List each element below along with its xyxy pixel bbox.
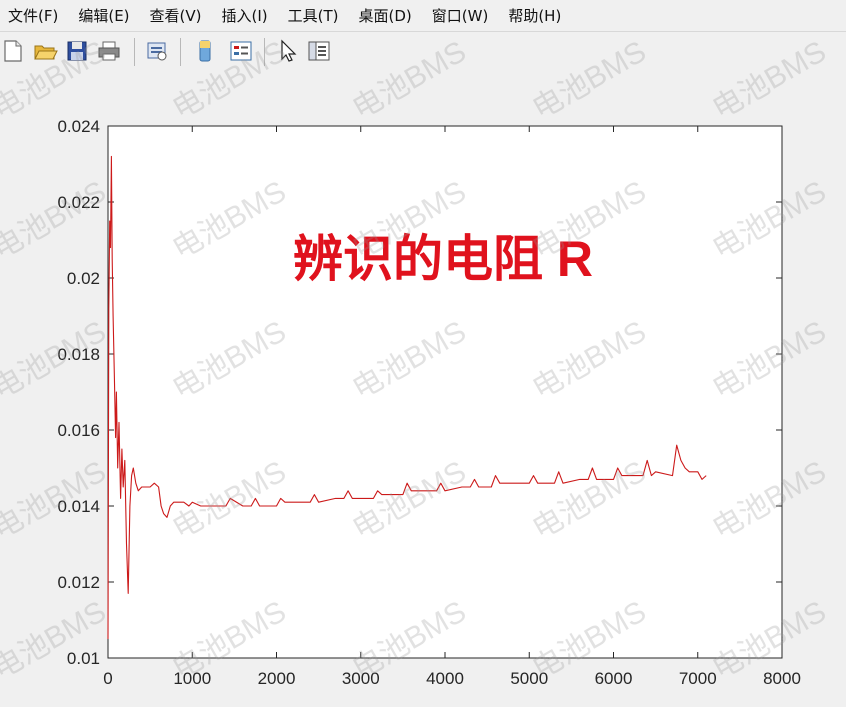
y-tick-label: 0.012 <box>57 573 100 592</box>
menu-tools[interactable]: 工具(T) <box>280 5 339 26</box>
y-tick-label: 0.02 <box>67 269 100 288</box>
save-icon[interactable] <box>64 38 90 64</box>
x-tick-labels: 0 1000 2000 3000 4000 5000 6000 7000 8000 <box>103 669 801 688</box>
x-tick-label: 5000 <box>510 669 548 688</box>
y-tick-label: 0.018 <box>57 345 100 364</box>
colorbar-icon[interactable] <box>192 38 218 64</box>
y-tick-label: 0.024 <box>57 117 100 136</box>
y-tick-label: 0.01 <box>67 649 100 668</box>
y-tick-label: 0.016 <box>57 421 100 440</box>
toolbar-separator <box>134 38 135 66</box>
menu-file[interactable]: 文件(F) <box>0 5 58 26</box>
pointer-icon[interactable] <box>276 38 302 64</box>
x-tick-label: 3000 <box>342 669 380 688</box>
property-editor-icon[interactable] <box>306 38 332 64</box>
x-tick-label: 4000 <box>426 669 464 688</box>
toolbar-separator <box>180 38 181 66</box>
x-tick-label: 7000 <box>679 669 717 688</box>
y-tick-label: 0.014 <box>57 497 100 516</box>
x-tick-label: 0 <box>103 669 112 688</box>
toolbar-separator <box>264 38 265 66</box>
menu-edit[interactable]: 编辑(E) <box>70 5 129 26</box>
toolbar <box>0 31 846 73</box>
x-tick-label: 8000 <box>763 669 801 688</box>
new-file-icon[interactable] <box>0 38 26 64</box>
legend-icon[interactable] <box>228 38 254 64</box>
menu-view[interactable]: 查看(V) <box>142 5 202 26</box>
print-icon[interactable] <box>96 38 122 64</box>
chart-annotation: 辨识的电阻 R <box>293 231 593 287</box>
plot-area <box>107 125 783 659</box>
figure-area: 0 1000 2000 3000 4000 5000 6000 7000 8000 0.01 0.… <box>0 72 846 707</box>
x-tick-label: 6000 <box>595 669 633 688</box>
print-preview-icon[interactable] <box>144 38 170 64</box>
menu-desktop[interactable]: 桌面(D) <box>351 5 412 26</box>
menu-bar: 文件(F) 编辑(E) 查看(V) 插入(I) 工具(T) 桌面(D) 窗口(W… <box>0 0 846 30</box>
y-tick-labels: 0.01 0.012 0.014 0.016 0.018 0.02 0.022 0.024 <box>57 117 100 668</box>
x-tick-label: 1000 <box>173 669 211 688</box>
menu-help[interactable]: 帮助(H) <box>500 5 561 26</box>
menu-window[interactable]: 窗口(W) <box>424 5 489 26</box>
resistance-chart: 0 1000 2000 3000 4000 5000 6000 7000 8000 0.010.… <box>57 117 801 688</box>
x-tick-label: 2000 <box>258 669 296 688</box>
open-folder-icon[interactable] <box>32 38 58 64</box>
y-tick-label: 0.022 <box>57 193 100 212</box>
menu-insert[interactable]: 插入(I) <box>214 5 268 26</box>
